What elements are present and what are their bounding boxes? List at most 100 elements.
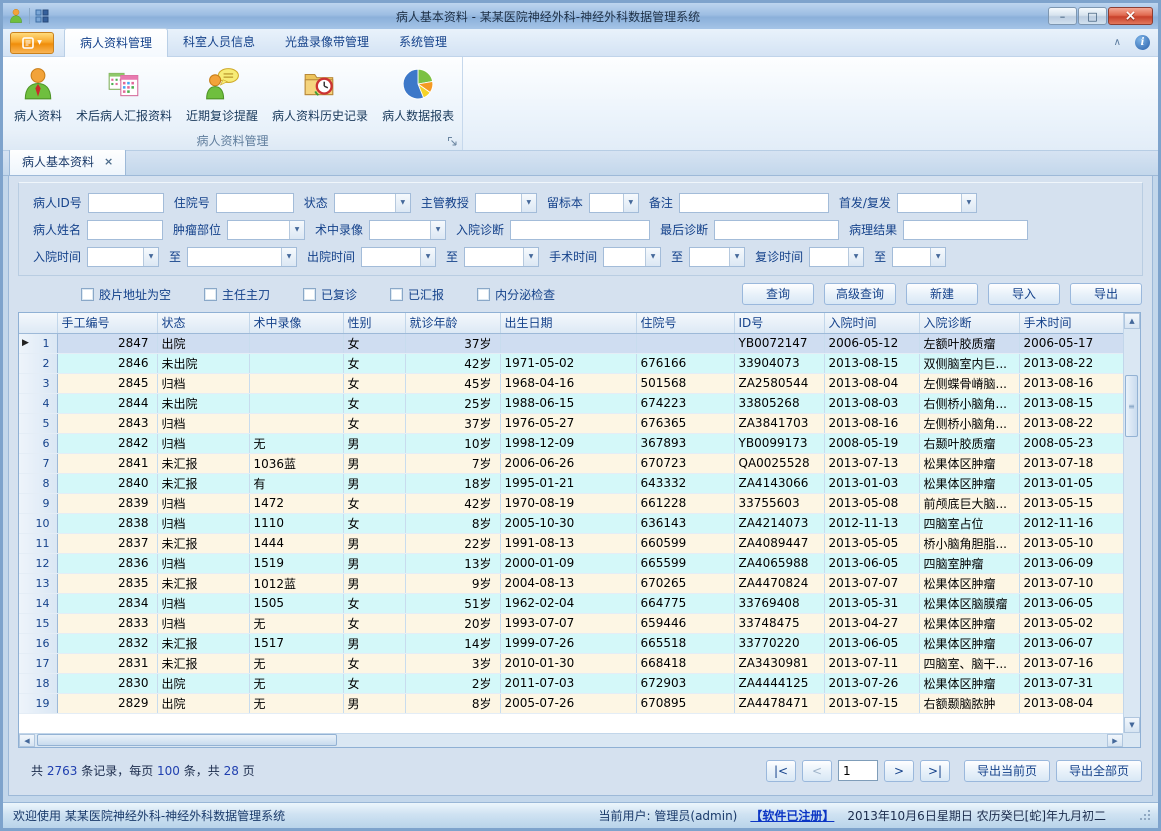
search-button[interactable]: 查询 [742,283,814,305]
next-page-button[interactable]: > [884,760,914,782]
chevron-down-icon[interactable]: ▼ [961,194,976,212]
table-row-3[interactable]: 32845归档女45岁1968-04-16501568ZA25805442013… [19,373,1123,393]
tab-close-icon[interactable]: × [104,156,113,167]
document-tab-patient-basic-info[interactable]: 病人基本资料 × [9,148,126,175]
close-button[interactable]: × [1108,7,1153,25]
table-row-10[interactable]: 102838归档1110女8岁2005-10-30636143ZA4214073… [19,513,1123,533]
info-icon[interactable]: i [1135,35,1150,50]
table-row-8[interactable]: 82840未汇报有男18岁1995-01-21643332ZA414306620… [19,473,1123,493]
vertical-scrollbar[interactable]: ▲ ≡ ▼ [1123,313,1140,733]
chevron-down-icon[interactable]: ▼ [848,248,863,266]
chevron-down-icon[interactable]: ▼ [523,248,538,266]
registered-link[interactable]: 【软件已注册】 [750,807,834,824]
column-header-6[interactable]: 出生日期 [500,313,636,333]
admission-number-input[interactable] [216,193,294,213]
patient-id-input[interactable] [88,193,164,213]
quick-access-icon[interactable] [35,9,49,23]
checkbox-film-address-empty[interactable]: 胶片地址为空 [81,286,171,303]
tool-history-records[interactable]: 病人资料历史记录 [265,64,375,126]
professor-select[interactable]: ▼ [475,193,537,213]
horizontal-scroll-track[interactable] [35,734,1107,747]
tool-postop-report-data[interactable]: 术后病人汇报资料 [69,64,179,126]
column-header-5[interactable]: 就诊年龄 [405,313,500,333]
column-header-8[interactable]: ID号 [734,313,824,333]
surgery-date-to-select[interactable]: ▼ [689,247,745,267]
table-row-19[interactable]: 192829出院无男8岁2005-07-26670895ZA4478471201… [19,693,1123,713]
table-row-1[interactable]: ▶12847出院女37岁YB00721472006-05-12左额叶胶质瘤200… [19,333,1123,353]
horizontal-scrollbar[interactable]: ◀ ▶ [19,733,1123,747]
chevron-down-icon[interactable]: ▼ [289,221,304,239]
specimen-select[interactable]: ▼ [589,193,639,213]
patient-name-input[interactable] [87,220,163,240]
column-header-11[interactable]: 手术时间 [1019,313,1123,333]
column-header-0[interactable] [19,313,57,333]
column-header-4[interactable]: 性别 [343,313,405,333]
remarks-input[interactable] [679,193,829,213]
horizontal-scroll-thumb[interactable] [37,734,337,746]
advanced-search-button[interactable]: 高级查询 [824,283,896,305]
checkbox-revisited[interactable]: 已复诊 [303,286,357,303]
scroll-left-icon[interactable]: ◀ [19,734,35,747]
scroll-right-icon[interactable]: ▶ [1107,734,1123,747]
chevron-down-icon[interactable]: ▼ [729,248,744,266]
admission-date-to-select[interactable]: ▼ [187,247,297,267]
ribbon-tab-disc-video-management[interactable]: 光盘录像带管理 [270,28,384,56]
table-row-9[interactable]: 92839归档1472女42岁1970-08-19661228337556032… [19,493,1123,513]
ribbon-tab-patient-data-management[interactable]: 病人资料管理 [64,28,168,57]
chevron-down-icon[interactable]: ▼ [281,248,296,266]
new-button[interactable]: 新建 [906,283,978,305]
export-all-pages-button[interactable]: 导出全部页 [1056,760,1142,782]
table-row-12[interactable]: 122836归档1519男13岁2000-01-09665599ZA406598… [19,553,1123,573]
table-row-16[interactable]: 162832未汇报1517男14岁1999-07-266655183377022… [19,633,1123,653]
scroll-down-icon[interactable]: ▼ [1124,717,1140,733]
import-button[interactable]: 导入 [988,283,1060,305]
chevron-down-icon[interactable]: ▼ [143,248,158,266]
table-row-5[interactable]: 52843归档女37岁1976-05-27676365ZA38417032013… [19,413,1123,433]
column-header-7[interactable]: 住院号 [636,313,734,333]
last-page-button[interactable]: >| [920,760,950,782]
ribbon-tab-department-staff[interactable]: 科室人员信息 [168,28,270,56]
revisit-date-from-select[interactable]: ▼ [809,247,864,267]
table-row-4[interactable]: 42844未出院女25岁1988-06-15674223338052682013… [19,393,1123,413]
pathology-result-input[interactable] [903,220,1028,240]
scroll-up-icon[interactable]: ▲ [1124,313,1140,329]
table-row-18[interactable]: 182830出院无女2岁2011-07-03672903ZA4444125201… [19,673,1123,693]
app-menu-button[interactable]: ▼ [10,32,54,54]
table-row-6[interactable]: 62842归档无男10岁1998-12-09367893YB0099173200… [19,433,1123,453]
table-row-17[interactable]: 172831未汇报无女3岁2010-01-30668418ZA343098120… [19,653,1123,673]
chevron-down-icon[interactable]: ▼ [395,194,410,212]
column-header-3[interactable]: 术中录像 [249,313,343,333]
surgery-video-select[interactable]: ▼ [369,220,446,240]
table-row-13[interactable]: 132835未汇报1012蓝男9岁2004-08-13670265ZA44708… [19,573,1123,593]
surgery-date-from-select[interactable]: ▼ [603,247,661,267]
discharge-date-from-select[interactable]: ▼ [361,247,436,267]
dialog-launcher-icon[interactable] [447,136,458,147]
export-current-page-button[interactable]: 导出当前页 [964,760,1050,782]
status-select[interactable]: ▼ [334,193,411,213]
column-header-1[interactable]: 手工编号 [57,313,157,333]
vertical-scroll-thumb[interactable]: ≡ [1125,375,1138,437]
final-diagnosis-input[interactable] [714,220,839,240]
ribbon-collapse-icon[interactable]: ∧ [1114,38,1121,48]
titlebar[interactable]: 病人基本资料 - 某某医院神经外科-神经外科数据管理系统 – □ × [3,3,1158,29]
column-header-9[interactable]: 入院时间 [824,313,919,333]
tool-patient-data[interactable]: 病人资料 [7,64,69,126]
resize-grip[interactable] [1139,809,1152,822]
tool-revisit-reminder[interactable]: 近期复诊提醒 [179,64,265,126]
chevron-down-icon[interactable]: ▼ [420,248,435,266]
chevron-down-icon[interactable]: ▼ [521,194,536,212]
vertical-scroll-track[interactable]: ≡ [1124,329,1140,717]
column-header-2[interactable]: 状态 [157,313,249,333]
page-number-input[interactable] [838,760,878,781]
checkbox-endocrine-exam[interactable]: 内分泌检查 [477,286,555,303]
first-recurrence-select[interactable]: ▼ [897,193,977,213]
admission-date-from-select[interactable]: ▼ [87,247,159,267]
chevron-down-icon[interactable]: ▼ [430,221,445,239]
checkbox-chief-surgeon[interactable]: 主任主刀 [204,286,270,303]
revisit-date-to-select[interactable]: ▼ [892,247,946,267]
maximize-button[interactable]: □ [1078,7,1107,25]
export-button[interactable]: 导出 [1070,283,1142,305]
table-row-7[interactable]: 72841未汇报1036蓝男7岁2006-06-26670723QA002552… [19,453,1123,473]
first-page-button[interactable]: |< [766,760,796,782]
table-row-11[interactable]: 112837未汇报1444男22岁1991-08-13660599ZA40894… [19,533,1123,553]
